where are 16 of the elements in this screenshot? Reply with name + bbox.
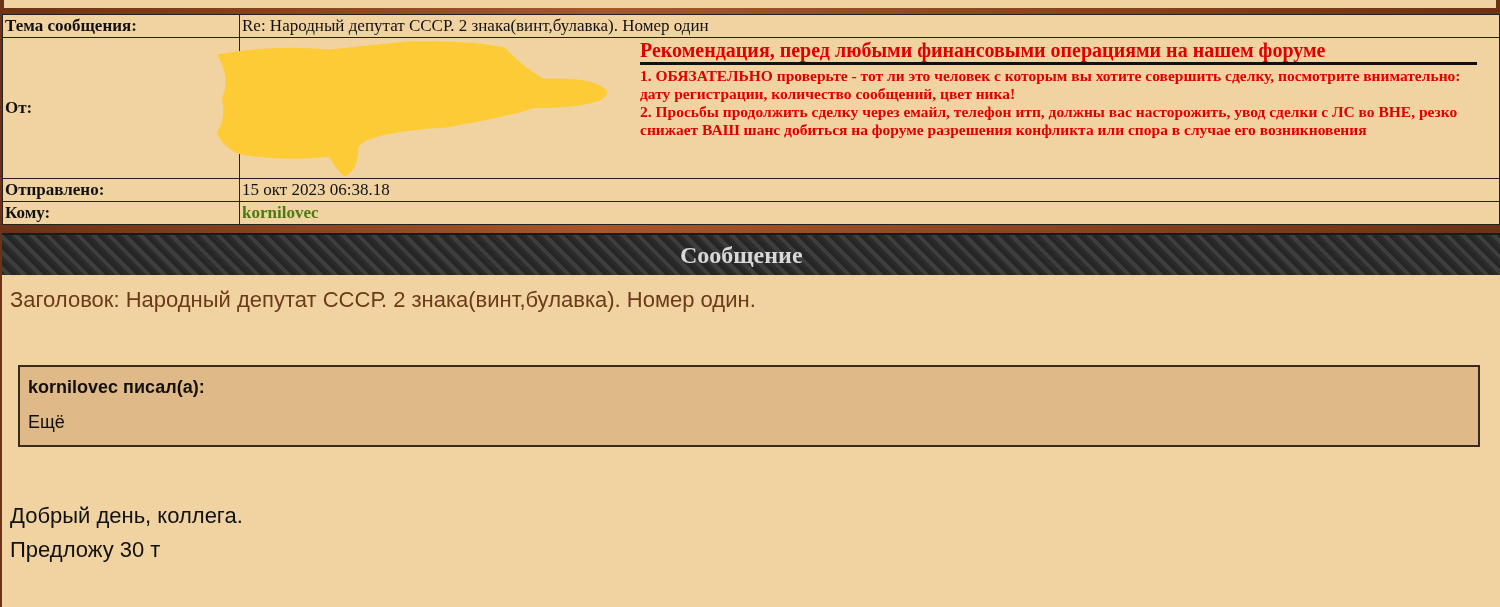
- section-title: Сообщение: [680, 241, 803, 269]
- quote-text: Ещё: [28, 412, 66, 433]
- warning-text: 2. Просьбы продолжить сделку через емайл, телефон итп, должны вас насторожить, увод сделки с ЛС во ВНЕ, резко снижает ВАШ шанс добиться на форуме разрешения конфликта или спора в случае его возникновения: [640, 103, 1459, 139]
- quote-author: kornilovec писал(а):: [28, 377, 206, 398]
- field-label: От:: [5, 98, 33, 117]
- field-value: Re: Народный депутат СССР. 2 знака(винт,булавка). Номер один: [242, 16, 709, 35]
- field-label: Тема сообщения:: [5, 16, 137, 35]
- username-link[interactable]: kornilovec: [242, 203, 319, 222]
- warning-text: 1. ОБЯЗАТЕЛЬНО проверьте - тот ли это человек с которым вы хотите совершить сделку, посмотрите внимательно: дату регистрации, количество сообщений, цвет ника!: [640, 67, 1462, 103]
- message-text: Предложу 30 т: [10, 536, 162, 564]
- field-label: Кому:: [5, 203, 51, 222]
- field-value: 15 окт 2023 06:38.18: [242, 180, 390, 199]
- warning-title: Рекомендация, перед любыми финансовыми операциями на нашем форуме: [640, 38, 1477, 65]
- message-text: Добрый день, коллега.: [10, 502, 244, 530]
- field-label: Отправлено:: [5, 180, 105, 199]
- message-subject: Заголовок: Народный депутат СССР. 2 знака(винт,булавка). Номер один.: [10, 287, 757, 313]
